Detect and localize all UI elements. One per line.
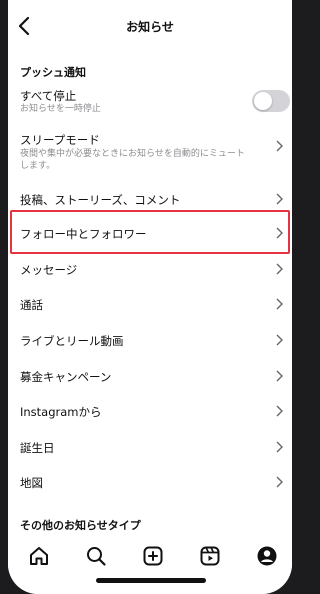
- chevron-right-icon: [276, 193, 283, 205]
- pause-all-row: すべて停止 お知らせを一時停止: [8, 86, 292, 118]
- home-indicator: [96, 578, 206, 583]
- list-item-from-instagram[interactable]: Instagramから: [8, 399, 292, 425]
- pause-all-subtitle: お知らせを一時停止: [20, 104, 101, 114]
- profile-icon[interactable]: [255, 544, 279, 568]
- sleep-mode-subtitle-line2: します。: [20, 161, 56, 171]
- sleep-mode-row[interactable]: スリープモード 夜間や集中が必要なときにお知らせを自動的にミュート します。: [8, 128, 292, 176]
- chevron-right-icon: [276, 476, 283, 488]
- list-item-label: 誕生日: [20, 441, 55, 455]
- create-icon[interactable]: [141, 544, 165, 568]
- chevron-right-icon: [276, 334, 283, 346]
- section-heading-push: プッシュ通知: [20, 66, 86, 79]
- chevron-right-icon: [276, 405, 283, 417]
- toggle-knob: [254, 92, 272, 110]
- pause-all-label: すべて停止: [20, 89, 77, 103]
- chevron-right-icon: [276, 140, 283, 152]
- notifications-screen: お知らせ プッシュ通知 すべて停止 お知らせを一時停止 スリープモード 夜間や集…: [8, 0, 292, 594]
- list-item-label: 募金キャンペーン: [20, 370, 112, 384]
- list-item-live-reels[interactable]: ライブとリール動画: [8, 328, 292, 354]
- list-item-messages[interactable]: メッセージ: [8, 257, 292, 283]
- list-item-fundraisers[interactable]: 募金キャンペーン: [8, 364, 292, 390]
- list-item-calls[interactable]: 通話: [8, 292, 292, 318]
- list-item-posts-stories-comments[interactable]: 投稿、ストーリーズ、コメント: [8, 186, 292, 212]
- reels-icon[interactable]: [198, 544, 222, 568]
- list-item-label: 投稿、ストーリーズ、コメント: [20, 193, 181, 207]
- search-icon[interactable]: [84, 544, 108, 568]
- sleep-mode-label: スリープモード: [20, 133, 100, 147]
- list-item-label: ライブとリール動画: [20, 334, 124, 348]
- chevron-right-icon: [276, 441, 283, 453]
- header: お知らせ: [8, 0, 292, 50]
- chevron-right-icon: [276, 298, 283, 310]
- list-item-label: 地図: [20, 476, 43, 490]
- list-item-label: Instagramから: [20, 405, 102, 419]
- list-item-birthdays[interactable]: 誕生日: [8, 435, 292, 461]
- chevron-right-icon: [276, 370, 283, 382]
- section-heading-other: その他のお知らせタイプ: [20, 519, 141, 532]
- sleep-mode-subtitle-line1: 夜間や集中が必要なときにお知らせを自動的にミュート: [20, 149, 245, 159]
- highlight-box: [10, 210, 290, 254]
- home-icon[interactable]: [27, 544, 51, 568]
- bottom-tab-bar: [8, 536, 292, 594]
- list-item-map[interactable]: 地図: [8, 470, 292, 496]
- pause-all-toggle[interactable]: [252, 90, 290, 112]
- list-item-label: 通話: [20, 298, 43, 312]
- chevron-right-icon: [276, 263, 283, 275]
- page-title: お知らせ: [126, 20, 174, 34]
- list-item-label: メッセージ: [20, 263, 78, 277]
